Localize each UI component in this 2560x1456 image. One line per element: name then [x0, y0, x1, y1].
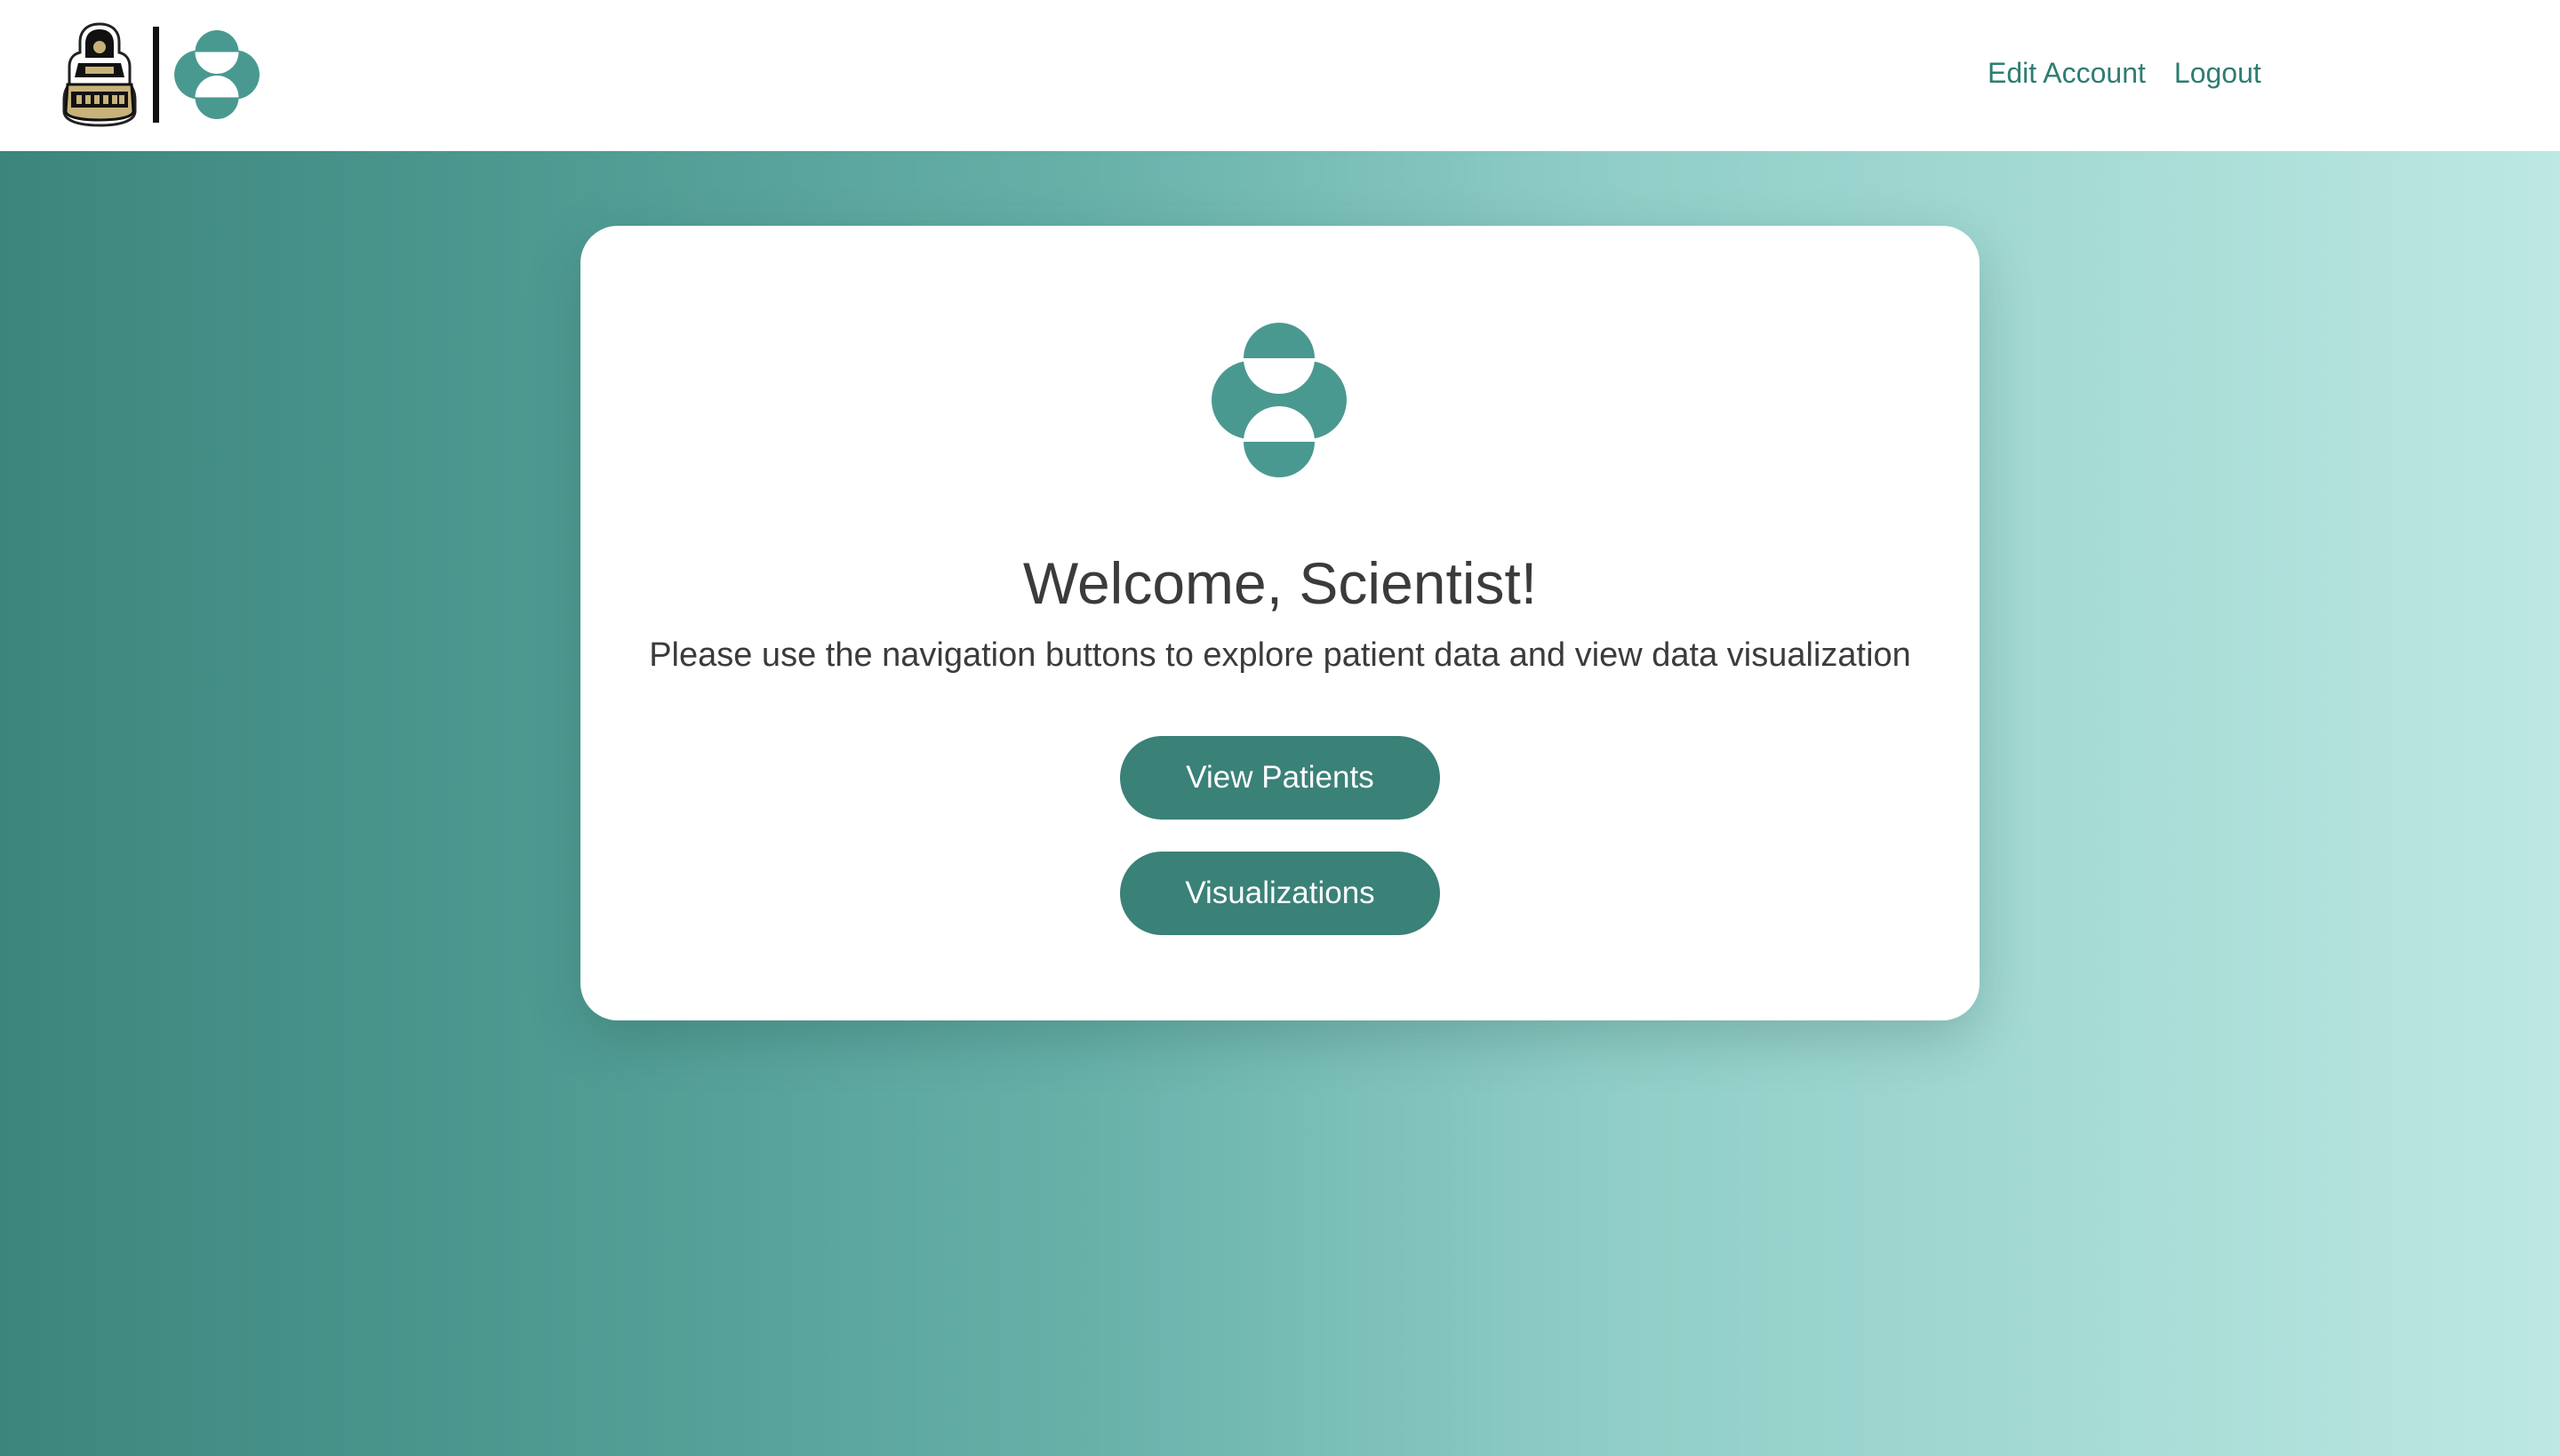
- welcome-subtitle: Please use the navigation buttons to exp…: [649, 636, 1911, 674]
- logout-link[interactable]: Logout: [2174, 55, 2261, 91]
- top-navbar: Edit Account Logout: [0, 0, 2560, 151]
- brand-logo-icon: [1212, 323, 1347, 477]
- logo-group[interactable]: [59, 21, 262, 128]
- page: Edit Account Logout Welcome, Scientist! …: [0, 0, 2560, 1456]
- visualizations-button[interactable]: Visualizations: [1120, 852, 1440, 935]
- edit-account-link[interactable]: Edit Account: [1988, 55, 2146, 91]
- header-nav: Edit Account Logout: [1988, 55, 2261, 91]
- brand-logo-icon: [174, 30, 260, 119]
- view-patients-button[interactable]: View Patients: [1120, 736, 1440, 820]
- purdue-logo: [62, 22, 137, 127]
- logo-divider: [153, 27, 159, 123]
- welcome-title: Welcome, Scientist!: [1022, 550, 1538, 616]
- welcome-card: Welcome, Scientist! Please use the navig…: [580, 226, 1980, 1020]
